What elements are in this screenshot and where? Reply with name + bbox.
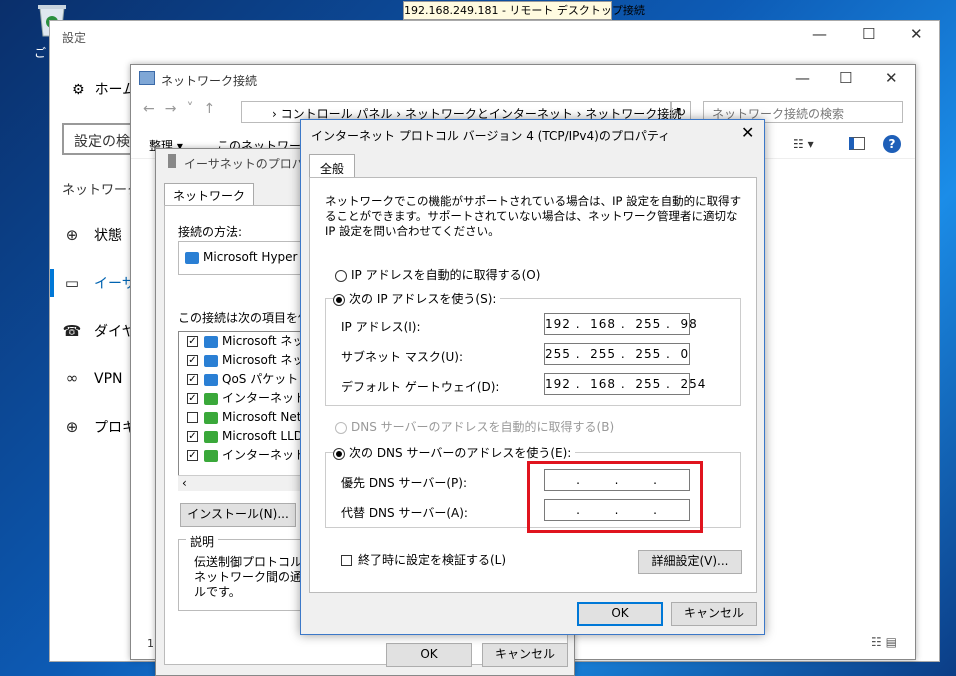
netconn-minimize-button[interactable]: — (795, 69, 810, 87)
remote-desktop-title-bar[interactable]: 192.168.249.181 - リモート デスクトップ接続 (403, 1, 645, 20)
subnet-mask-field[interactable]: 255 . 255 . 255 . 0 (544, 343, 690, 365)
maximize-button[interactable]: ☐ (862, 25, 875, 43)
help-icon[interactable]: ? (883, 135, 901, 153)
netconn-maximize-button[interactable]: ☐ (839, 69, 852, 87)
install-button[interactable]: インストール(N)... (180, 503, 296, 527)
netconn-close-button[interactable]: ✕ (885, 69, 898, 87)
description-label: 説明 (186, 533, 219, 550)
checkbox[interactable] (187, 412, 198, 423)
scroll-left-icon[interactable]: ‹ (178, 476, 187, 490)
settings-title: 設定 (62, 31, 87, 45)
network-client-icon (204, 335, 218, 348)
gateway-field[interactable]: 192 . 168 . 255 . 254 (544, 373, 705, 395)
network-folder-icon (139, 71, 155, 85)
auto-ip-radio[interactable]: IP アドレスを自動的に取得する(O) (335, 266, 540, 283)
dialup-icon: ☎ (62, 322, 82, 340)
advanced-button[interactable]: 詳細設定(V)... (638, 550, 742, 574)
ipv4-ok-button[interactable]: OK (577, 602, 663, 626)
verify-checkbox[interactable]: 終了時に設定を検証する(L) (341, 551, 506, 568)
intro-text: ネットワークでこの機能がサポートされている場合は、IP 設定を自動的に取得するこ… (325, 194, 742, 238)
checkbox[interactable]: ✓ (187, 374, 198, 385)
protocol-icon (204, 449, 218, 462)
qos-icon (204, 373, 218, 386)
checkbox[interactable]: ✓ (187, 336, 198, 347)
proxy-icon: ⊕ (65, 418, 79, 436)
ethernet-icon: ▭ (64, 274, 80, 292)
view-options-icon[interactable]: ☷ ▾ (793, 137, 814, 151)
ipv4-cancel-button[interactable]: キャンセル (671, 602, 757, 626)
ipv4-close-button[interactable]: ✕ (741, 123, 754, 142)
ip-address-label: IP アドレス(I): (341, 320, 421, 334)
gateway-label: デフォルト ゲートウェイ(D): (341, 380, 500, 394)
settings-home[interactable]: ⚙ ホーム (62, 79, 136, 99)
ethprop-cancel-button[interactable]: キャンセル (482, 643, 568, 667)
adapter-icon (185, 251, 199, 264)
netconn-title: ネットワーク接続 (161, 74, 258, 88)
recycle-bin-label: ご (34, 46, 47, 60)
tab-general[interactable]: 全般 (309, 154, 356, 178)
checkbox[interactable]: ✓ (187, 393, 198, 404)
connect-using-label: 接続の方法: (178, 225, 243, 239)
status-bar-count: 1 (147, 637, 154, 650)
manual-ip-radio[interactable]: 次の IP アドレスを使う(S): (333, 290, 501, 307)
subnet-mask-label: サブネット マスク(U): (341, 350, 464, 364)
protocol-icon (204, 411, 218, 424)
ipv4-title: インターネット プロトコル バージョン 4 (TCP/IPv4)のプロパティ (311, 129, 671, 143)
manual-dns-radio[interactable]: 次の DNS サーバーのアドレスを使う(E): (333, 444, 576, 461)
checkbox[interactable]: ✓ (187, 355, 198, 366)
auto-dns-radio[interactable]: DNS サーバーのアドレスを自動的に取得する(B) (335, 418, 614, 435)
preview-pane-icon[interactable] (849, 137, 865, 150)
gear-icon: ⚙ (72, 82, 85, 98)
checkbox[interactable]: ✓ (187, 450, 198, 461)
selected-indicator (50, 269, 54, 297)
preferred-dns-label: 優先 DNS サーバー(P): (341, 476, 467, 490)
network-service-icon (204, 354, 218, 367)
ipv4-properties-dialog: インターネット プロトコル バージョン 4 (TCP/IPv4)のプロパティ ✕… (300, 119, 765, 635)
protocol-icon (204, 430, 218, 443)
back-forward-icon[interactable]: ←→˅↑ (143, 101, 225, 117)
vpn-icon: ∞ (65, 369, 79, 387)
view-toggle-icon[interactable]: ☷ ▤ (871, 635, 897, 649)
dns-highlight-box (527, 461, 703, 533)
minimize-button[interactable]: — (812, 25, 827, 43)
ethprop-ok-button[interactable]: OK (386, 643, 472, 667)
checkbox[interactable]: ✓ (187, 431, 198, 442)
ip-address-field[interactable]: 192 . 168 . 255 . 98 (544, 313, 697, 335)
tab-network[interactable]: ネットワーク (164, 183, 255, 205)
close-button[interactable]: ✕ (910, 25, 923, 43)
ethernet-plug-icon (168, 154, 176, 168)
globe-icon: ⊕ (65, 226, 79, 244)
alternate-dns-label: 代替 DNS サーバー(A): (341, 506, 468, 520)
protocol-icon (204, 392, 218, 405)
